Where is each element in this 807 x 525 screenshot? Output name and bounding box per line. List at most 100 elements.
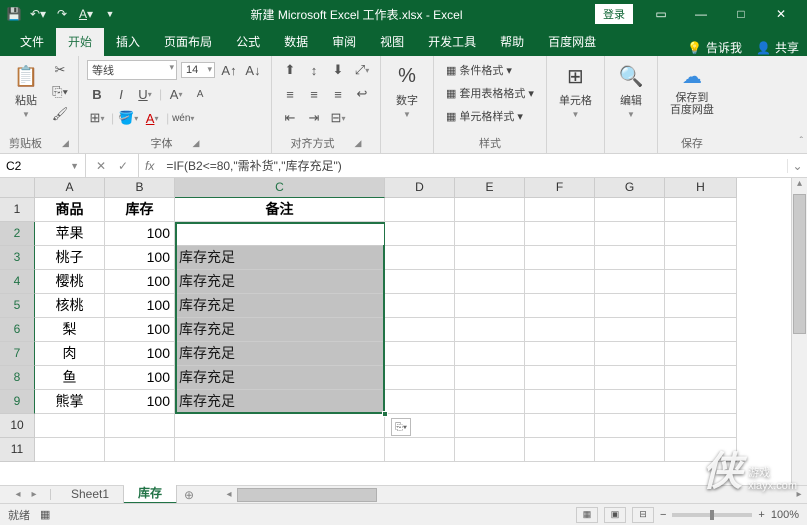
cell[interactable]: 库存充足 (175, 390, 385, 414)
cell[interactable] (665, 294, 737, 318)
cell[interactable] (385, 222, 455, 246)
cell[interactable] (595, 318, 665, 342)
cell[interactable]: 梨 (35, 318, 105, 342)
cell[interactable] (665, 366, 737, 390)
underline-icon[interactable]: U (135, 84, 155, 104)
cell[interactable] (595, 222, 665, 246)
cell[interactable] (665, 438, 737, 462)
cell[interactable] (385, 270, 455, 294)
font-color-icon[interactable]: A (142, 108, 162, 128)
increase-indent-icon[interactable]: ⇥ (304, 108, 324, 128)
column-header[interactable]: D (385, 178, 455, 198)
vertical-scrollbar[interactable]: ▴ (791, 178, 807, 485)
tab-review[interactable]: 审阅 (320, 28, 368, 56)
row-header[interactable]: 3 (0, 246, 35, 270)
sheet-tab[interactable]: 库存 (124, 485, 177, 504)
cell[interactable] (665, 390, 737, 414)
cell[interactable] (665, 198, 737, 222)
cell[interactable] (385, 390, 455, 414)
expand-formula-icon[interactable]: ⌄ (787, 159, 807, 173)
align-middle-icon[interactable]: ↕ (304, 60, 324, 80)
cell[interactable]: 库存充足 (175, 318, 385, 342)
collapse-ribbon-icon[interactable]: ˆ (800, 136, 803, 147)
tab-insert[interactable]: 插入 (104, 28, 152, 56)
cut-icon[interactable]: ✂ (50, 60, 70, 80)
decrease-font-icon[interactable]: A↓ (243, 60, 263, 80)
row-header[interactable]: 8 (0, 366, 35, 390)
column-headers[interactable]: ABCDEFGH (35, 178, 737, 198)
cell[interactable]: 100 (105, 390, 175, 414)
cell[interactable]: 库存充足 (175, 270, 385, 294)
zoom-level[interactable]: 100% (771, 509, 799, 521)
tab-file[interactable]: 文件 (8, 28, 56, 56)
dialog-launcher-icon[interactable]: ◢ (62, 138, 69, 149)
cell[interactable] (595, 270, 665, 294)
row-headers[interactable]: 1234567891011 (0, 198, 35, 462)
dialog-launcher-icon[interactable]: ◢ (355, 138, 362, 149)
cell[interactable]: 商品 (35, 198, 105, 222)
tab-baidu[interactable]: 百度网盘 (536, 28, 608, 56)
share-button[interactable]: 👤共享 (756, 39, 799, 56)
cell[interactable]: 苹果 (35, 222, 105, 246)
table-format-button[interactable]: ▦套用表格格式 ▾ (442, 83, 538, 103)
undo-icon[interactable]: ↶▾ (30, 6, 46, 22)
cell[interactable] (595, 414, 665, 438)
formula-input[interactable]: =IF(B2<=80,"需补货","库存充足") (160, 157, 787, 174)
sheet-tab[interactable]: Sheet1 (57, 486, 124, 503)
row-header[interactable]: 5 (0, 294, 35, 318)
cell-styles-button[interactable]: ▦单元格样式 ▾ (442, 106, 538, 126)
page-break-view-icon[interactable]: ⊟ (632, 507, 654, 523)
cells-area[interactable]: 商品库存备注苹果100库存充足桃子100库存充足樱桃100库存充足核桃100库存… (35, 198, 737, 462)
tab-help[interactable]: 帮助 (488, 28, 536, 56)
cell[interactable]: 库存充足 (175, 294, 385, 318)
cell[interactable] (455, 198, 525, 222)
shrink-font-icon[interactable]: A (190, 84, 210, 104)
column-header[interactable]: F (525, 178, 595, 198)
fx-icon[interactable]: fx (139, 159, 160, 173)
save-icon[interactable]: 💾 (6, 6, 22, 22)
cell[interactable]: 肉 (35, 342, 105, 366)
orientation-icon[interactable]: ⤢ (352, 60, 372, 80)
accept-formula-icon[interactable]: ✓ (112, 159, 134, 173)
zoom-out-icon[interactable]: − (660, 509, 666, 521)
normal-view-icon[interactable]: ▦ (576, 507, 598, 523)
cell[interactable] (455, 246, 525, 270)
cell[interactable]: 库存充足 (175, 342, 385, 366)
align-left-icon[interactable]: ≡ (280, 84, 300, 104)
scroll-left-icon[interactable]: ◂ (221, 489, 237, 500)
cell[interactable] (665, 270, 737, 294)
merge-icon[interactable]: ⊟ (328, 108, 348, 128)
grow-font-icon[interactable]: A (166, 84, 186, 104)
cell[interactable] (595, 342, 665, 366)
font-color-icon[interactable]: A▾ (78, 6, 94, 22)
cell[interactable] (525, 318, 595, 342)
tab-formulas[interactable]: 公式 (224, 28, 272, 56)
cell[interactable] (595, 294, 665, 318)
number-format-button[interactable]: % 数字 ▼ (389, 60, 425, 149)
increase-font-icon[interactable]: A↑ (219, 60, 239, 80)
cell[interactable] (455, 318, 525, 342)
cell[interactable] (665, 342, 737, 366)
select-all-button[interactable] (0, 178, 35, 198)
cell[interactable] (105, 414, 175, 438)
cell[interactable] (385, 198, 455, 222)
tab-view[interactable]: 视图 (368, 28, 416, 56)
fill-color-icon[interactable]: 🪣 (118, 108, 138, 128)
cell[interactable] (525, 342, 595, 366)
close-icon[interactable]: ✕ (761, 1, 801, 27)
fill-handle[interactable] (382, 411, 388, 417)
cell[interactable] (455, 414, 525, 438)
cell[interactable] (105, 438, 175, 462)
scroll-right-icon[interactable]: ▸ (791, 489, 807, 500)
cell[interactable] (595, 390, 665, 414)
bold-icon[interactable]: B (87, 84, 107, 104)
qat-customize-icon[interactable]: ▼ (102, 6, 118, 22)
row-header[interactable]: 2 (0, 222, 35, 246)
row-header[interactable]: 9 (0, 390, 35, 414)
autofill-options-icon[interactable]: ⎘▾ (391, 418, 411, 436)
tab-data[interactable]: 数据 (272, 28, 320, 56)
copy-icon[interactable]: ⎘▾ (50, 82, 70, 102)
conditional-format-button[interactable]: ▦条件格式 ▾ (442, 60, 538, 80)
cell[interactable] (455, 222, 525, 246)
vscroll-thumb[interactable] (793, 194, 806, 334)
